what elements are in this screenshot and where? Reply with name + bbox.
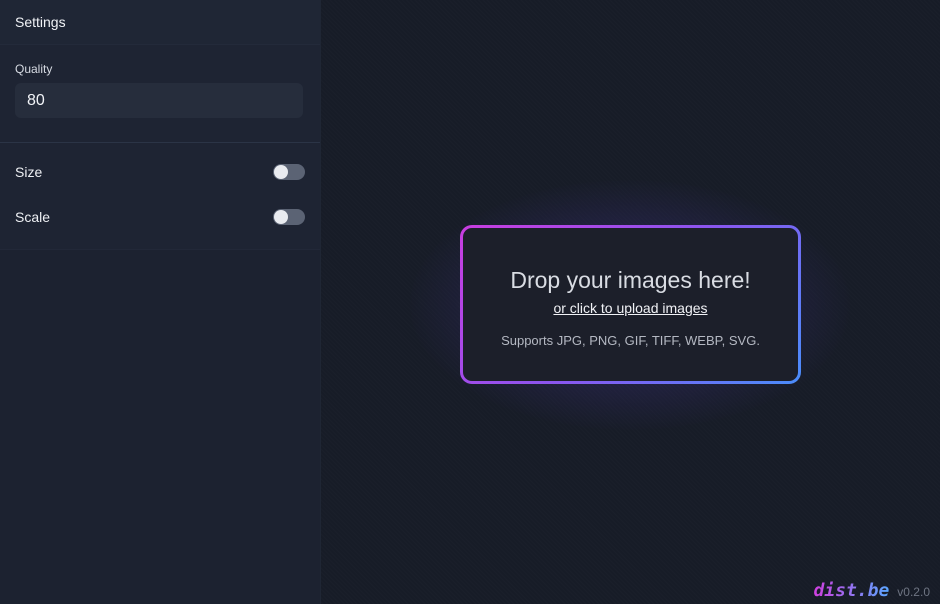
dropzone-inner: Drop your images here! or click to uploa… <box>463 228 798 381</box>
quality-label: Quality <box>15 62 53 76</box>
size-label: Size <box>15 163 43 180</box>
quality-input[interactable] <box>15 83 303 118</box>
scale-label: Scale <box>15 208 51 225</box>
scale-toggle[interactable] <box>273 208 305 225</box>
supported-formats: Supports JPG, PNG, GIF, TIFF, WEBP, SVG. <box>501 333 760 348</box>
footer-brand: dist.be v0.2.0 <box>813 580 930 601</box>
toggles-section: Size Scale <box>0 143 320 250</box>
scale-toggle-knob <box>274 209 288 224</box>
size-toggle[interactable] <box>273 163 305 180</box>
settings-title: Settings <box>0 0 320 45</box>
scale-toggle-row: Scale <box>15 194 305 239</box>
quality-section: Quality <box>0 45 320 143</box>
app-version: v0.2.0 <box>897 585 930 599</box>
size-toggle-knob <box>274 164 288 179</box>
image-dropzone[interactable]: Drop your images here! or click to uploa… <box>460 225 801 384</box>
brand-logo[interactable]: dist.be <box>813 580 889 601</box>
settings-sidebar: Settings Quality Size Scale <box>0 0 321 604</box>
dropzone-title: Drop your images here! <box>510 267 751 293</box>
upload-link[interactable]: or click to upload images <box>553 300 707 316</box>
app-root: Settings Quality Size Scale Drop your im… <box>0 0 940 604</box>
size-toggle-row: Size <box>15 149 305 194</box>
